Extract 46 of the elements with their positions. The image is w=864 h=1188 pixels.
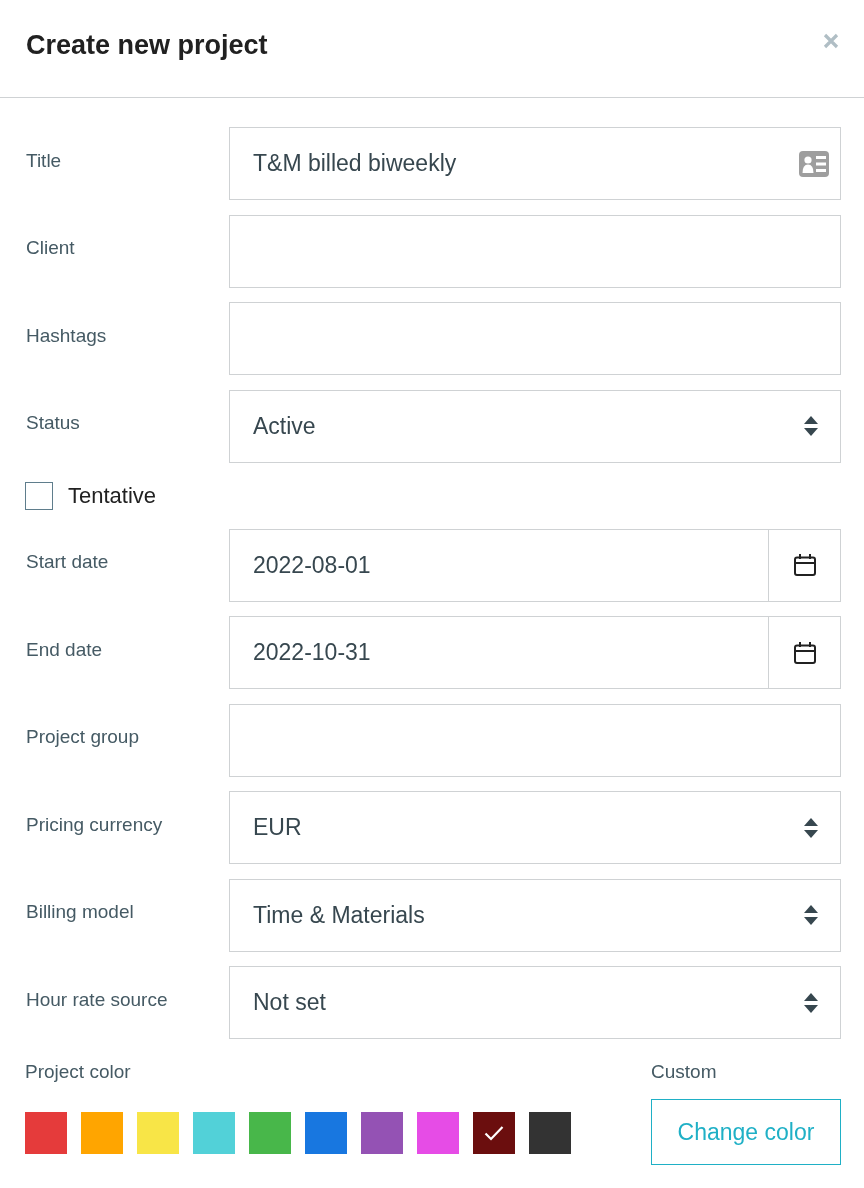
dialog-title: Create new project <box>26 30 268 61</box>
color-swatch[interactable] <box>361 1112 403 1154</box>
section-label: Project color <box>25 1061 131 1083</box>
sort-arrows-icon <box>804 905 818 925</box>
close-icon[interactable] <box>823 32 839 49</box>
field-label: End date <box>26 638 103 661</box>
date-field[interactable]: 2022-10-31 <box>229 616 768 689</box>
color-swatch[interactable] <box>305 1112 347 1154</box>
calendar-icon <box>793 554 816 576</box>
color-swatch[interactable] <box>249 1112 291 1154</box>
field-label: Client <box>26 237 75 259</box>
field-label: Hour rate source <box>26 988 168 1011</box>
dropdown[interactable]: EUR <box>229 791 841 864</box>
input-field[interactable] <box>229 214 841 288</box>
dropdown[interactable]: Active <box>229 389 841 463</box>
contact-card-icon <box>799 150 829 177</box>
section-label: Custom <box>651 1061 717 1083</box>
color-swatch[interactable] <box>81 1112 123 1154</box>
date-field[interactable]: 2022-08-01 <box>229 528 768 602</box>
dropdown[interactable]: Time & Materials <box>229 878 841 952</box>
calendar-button[interactable] <box>768 528 841 602</box>
input-field[interactable] <box>229 703 841 777</box>
field-label: Hashtags <box>26 324 107 347</box>
field-label: Title <box>26 149 62 172</box>
input-field[interactable]: T&M billed biweekly <box>229 127 841 200</box>
color-swatch[interactable] <box>529 1112 571 1154</box>
input-field[interactable] <box>229 302 841 375</box>
sort-arrows-icon <box>804 992 818 1013</box>
field-label: Billing model <box>26 901 134 923</box>
color-swatch[interactable] <box>25 1112 67 1154</box>
field-label: Status <box>26 412 80 434</box>
field-label: Project group <box>26 726 139 748</box>
sort-arrows-icon <box>804 817 818 838</box>
checkbox-label: Tentative <box>68 482 157 509</box>
dropdown[interactable]: Not set <box>229 966 841 1039</box>
sort-arrows-icon <box>804 416 818 436</box>
check-icon <box>484 1125 504 1141</box>
checkbox[interactable] <box>25 481 53 510</box>
color-swatch[interactable] <box>473 1112 515 1154</box>
field-label: Pricing currency <box>26 813 163 836</box>
calendar-button[interactable] <box>768 616 841 689</box>
color-swatch[interactable] <box>193 1112 235 1154</box>
color-swatch[interactable] <box>417 1112 459 1154</box>
field-label: Start date <box>26 551 109 573</box>
color-swatch[interactable] <box>137 1112 179 1154</box>
calendar-icon <box>793 641 816 664</box>
